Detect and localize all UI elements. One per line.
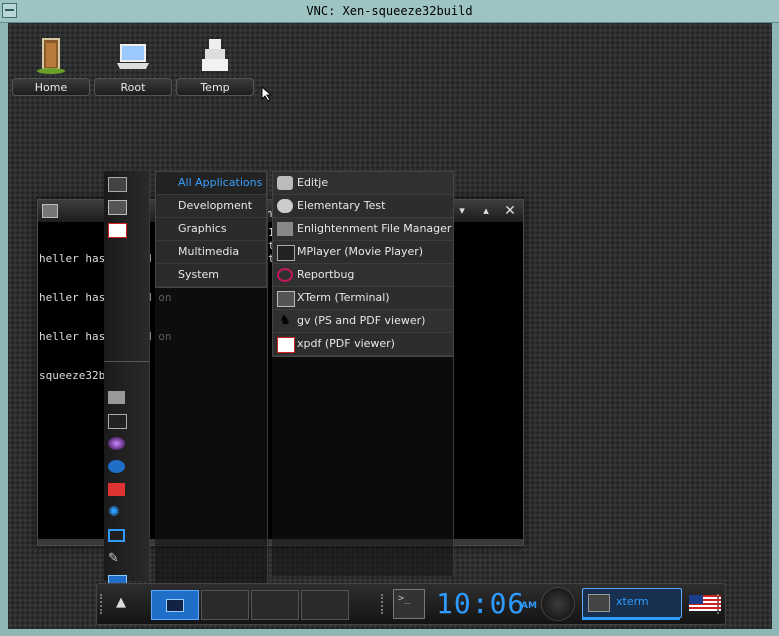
folder-icon bbox=[108, 391, 125, 404]
terminal-small-icon bbox=[108, 414, 127, 429]
terminal-icon bbox=[42, 204, 58, 218]
menu-app-label: Enlightenment File Manager bbox=[297, 222, 452, 235]
pager-desk-4[interactable] bbox=[301, 590, 349, 620]
menu-category-all-applications[interactable]: All Applications bbox=[156, 172, 266, 195]
shelf-terminal-launcher[interactable] bbox=[393, 589, 425, 619]
taskbar-item-xterm[interactable]: xterm bbox=[582, 588, 682, 618]
menu-shortcut-settings[interactable]: ✺ bbox=[106, 503, 146, 523]
desktop-icon-label: Root bbox=[94, 78, 172, 96]
menu-app-mplayer[interactable]: MPlayer (Movie Player) bbox=[273, 241, 453, 264]
menu-app-xterm[interactable]: XTerm (Terminal) bbox=[273, 287, 453, 310]
minimize-icon[interactable]: ▾ bbox=[454, 203, 470, 219]
menu-app-file-manager[interactable]: Enlightenment File Manager bbox=[273, 218, 453, 241]
menu-app-label: MPlayer (Movie Player) bbox=[297, 245, 424, 258]
terminal-icon bbox=[108, 177, 127, 192]
bottom-shelf: ▲ 10:06 AM xterm bbox=[96, 583, 726, 625]
clock-ampm: AM bbox=[521, 601, 537, 611]
xpdf-icon bbox=[277, 337, 295, 353]
vnc-titlebar[interactable]: VNC: Xen-squeeze32build bbox=[0, 0, 779, 23]
media-icon bbox=[108, 437, 125, 450]
gv-icon: ♞ bbox=[279, 313, 291, 328]
menu-app-list: Editje Elementary Test Enlightenment Fil… bbox=[272, 171, 454, 357]
menu-favorite-terminal[interactable] bbox=[106, 197, 146, 217]
terminal-icon bbox=[108, 200, 127, 215]
menu-category-system[interactable]: System bbox=[156, 264, 266, 287]
menu-app-label: gv (PS and PDF viewer) bbox=[297, 314, 426, 327]
desktop-icon-label: Home bbox=[12, 78, 90, 96]
pdf-icon bbox=[108, 223, 127, 238]
menu-shortcut-folder[interactable] bbox=[106, 388, 146, 408]
mouse-pointer-icon bbox=[261, 86, 273, 102]
menu-app-gv[interactable]: ♞ gv (PS and PDF viewer) bbox=[273, 310, 453, 333]
menu-category-graphics[interactable]: Graphics bbox=[156, 218, 266, 241]
maximize-icon[interactable]: ▴ bbox=[478, 203, 494, 219]
menu-favorite-terminal[interactable] bbox=[106, 174, 146, 194]
taskbar-active-indicator bbox=[582, 617, 680, 620]
menu-app-editje[interactable]: Editje bbox=[273, 172, 453, 195]
pager-desk-2[interactable] bbox=[201, 590, 249, 620]
menu-shortcut-media[interactable] bbox=[106, 434, 146, 454]
door-icon bbox=[37, 38, 65, 74]
menu-divider bbox=[104, 361, 149, 362]
desktop-icon-label: Temp bbox=[176, 78, 254, 96]
elementary-icon bbox=[277, 199, 293, 213]
close-icon[interactable]: ✕ bbox=[502, 203, 518, 219]
menu-app-label: XTerm (Terminal) bbox=[297, 291, 390, 304]
menu-app-label: Elementary Test bbox=[297, 199, 386, 212]
boxes-icon bbox=[202, 39, 228, 71]
shelf-grip-right[interactable] bbox=[717, 594, 721, 614]
menu-favorites-column: ✺ ✎ bbox=[104, 171, 150, 590]
terminal-icon bbox=[588, 594, 610, 612]
logout-icon bbox=[108, 529, 125, 542]
menu-app-label: xpdf (PDF viewer) bbox=[297, 337, 395, 350]
reportbug-icon bbox=[277, 268, 293, 282]
pager-window-thumb bbox=[166, 599, 184, 612]
menu-shortcut-tools[interactable]: ✎ bbox=[106, 549, 146, 569]
menu-category-list: All Applications Development Graphics Mu… bbox=[155, 171, 267, 288]
mplayer-icon bbox=[277, 245, 295, 261]
tools-icon: ✎ bbox=[108, 551, 119, 566]
globe-icon bbox=[108, 460, 125, 473]
desktop-icon-home[interactable]: Home bbox=[12, 31, 90, 96]
menu-category-multimedia[interactable]: Multimedia bbox=[156, 241, 266, 264]
start-menu-button[interactable]: ▲ bbox=[109, 592, 133, 614]
menu-app-label: Editje bbox=[297, 176, 329, 189]
laptop-icon bbox=[117, 44, 149, 69]
shelf-grip-left[interactable] bbox=[100, 594, 104, 614]
menu-app-elementary-test[interactable]: Elementary Test bbox=[273, 195, 453, 218]
desktop-icon-temp[interactable]: Temp bbox=[176, 31, 254, 96]
pager-desk-1[interactable] bbox=[151, 590, 199, 620]
vnc-window-title: VNC: Xen-squeeze32build bbox=[306, 4, 473, 18]
menu-shortcut-logout[interactable] bbox=[106, 526, 146, 546]
clock-time[interactable]: 10:06 bbox=[436, 588, 525, 620]
settings-icon: ✺ bbox=[108, 504, 120, 520]
menu-apps-column: Editje Elementary Test Enlightenment Fil… bbox=[272, 171, 454, 576]
menu-categories-column: All Applications Development Graphics Mu… bbox=[155, 171, 268, 586]
shelf-separator bbox=[381, 594, 385, 614]
desktop-icon-root[interactable]: Root bbox=[94, 31, 172, 96]
taskbar-item-label: xterm bbox=[616, 595, 649, 608]
menu-app-label: Reportbug bbox=[297, 268, 355, 281]
pager-desk-3[interactable] bbox=[251, 590, 299, 620]
menu-shortcut-terminal[interactable] bbox=[106, 411, 146, 431]
menu-app-reportbug[interactable]: Reportbug bbox=[273, 264, 453, 287]
file-manager-icon bbox=[277, 222, 293, 236]
volume-mixer-icon[interactable] bbox=[541, 587, 575, 621]
xterm-icon bbox=[277, 291, 295, 307]
menu-shortcut-package[interactable] bbox=[106, 480, 146, 500]
package-icon bbox=[108, 483, 125, 496]
menu-category-development[interactable]: Development bbox=[156, 195, 266, 218]
menu-favorite-pdf[interactable] bbox=[106, 220, 146, 240]
vnc-window: VNC: Xen-squeeze32build Home Root Temp ▾… bbox=[0, 0, 779, 636]
desktop[interactable]: Home Root Temp ▾ ▴ ✕ heller has heller h… bbox=[8, 23, 772, 629]
menu-shortcut-web[interactable] bbox=[106, 457, 146, 477]
menu-app-xpdf[interactable]: xpdf (PDF viewer) bbox=[273, 333, 453, 356]
editje-icon bbox=[277, 176, 293, 190]
